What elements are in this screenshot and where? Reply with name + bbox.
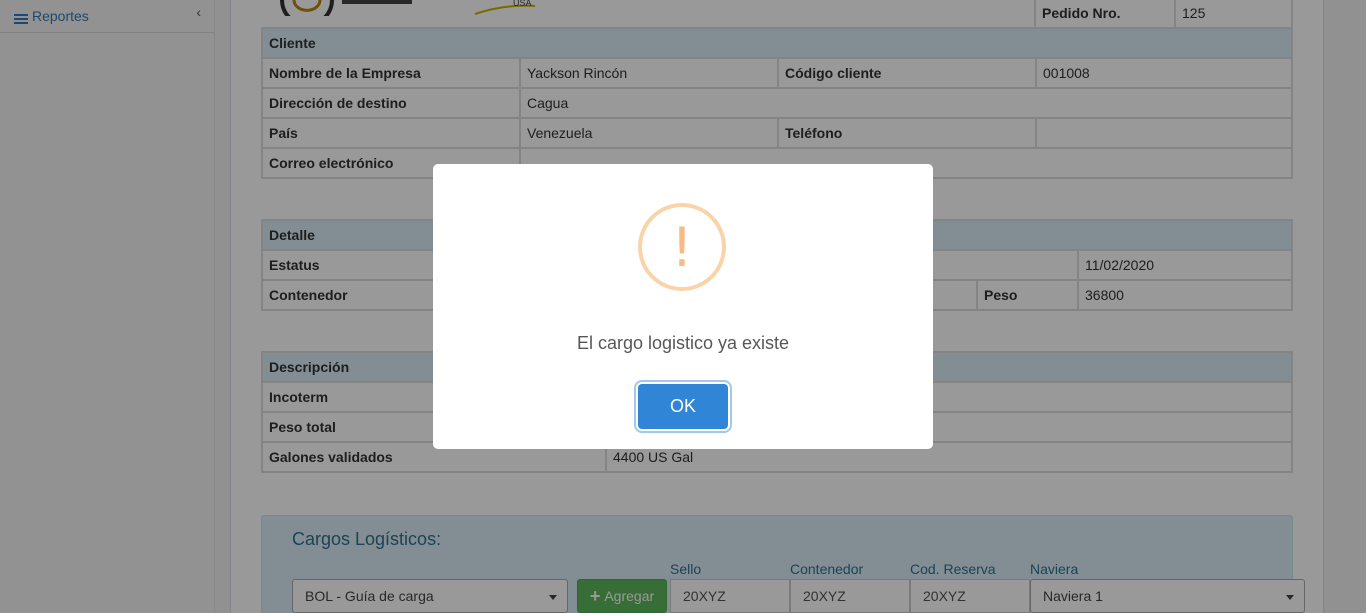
alert-dialog: ! El cargo logistico ya existe OK <box>433 164 933 449</box>
ok-button[interactable]: OK <box>638 384 728 429</box>
alert-message: El cargo logistico ya existe <box>576 333 790 353</box>
warning-icon: ! <box>638 203 726 291</box>
